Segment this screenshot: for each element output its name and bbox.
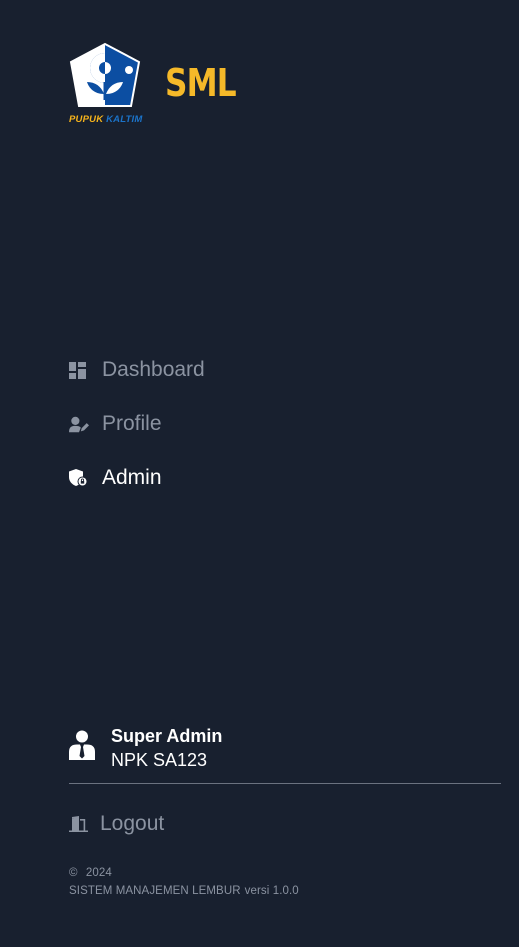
- footer: © 2024 SISTEM MANAJEMEN LEMBUR versi 1.0.…: [69, 864, 299, 900]
- copyright-year: 2024: [85, 867, 112, 879]
- company-logo: PUPUK KALTIM: [69, 42, 143, 126]
- logout-button[interactable]: Logout: [69, 808, 164, 840]
- version-label: versi 1.0.0: [244, 885, 299, 897]
- copyright-symbol: ©: [69, 867, 78, 879]
- system-info-line: SISTEM MANAJEMEN LEMBUR versi 1.0.0: [69, 882, 299, 900]
- shield-lock-icon: [69, 468, 89, 488]
- user-name: Super Admin: [111, 726, 223, 746]
- copyright-line: © 2024: [69, 864, 299, 882]
- user-edit-icon: [69, 414, 89, 434]
- user-tie-icon: [69, 730, 99, 766]
- sidebar: PUPUK KALTIM SML Dashboard Profile Admin…: [0, 0, 519, 947]
- sidebar-item-profile[interactable]: Profile: [69, 406, 449, 442]
- door-exit-icon: [69, 814, 89, 834]
- logo-text: PUPUK KALTIM: [69, 114, 143, 125]
- logo-word-pupuk: PUPUK: [69, 114, 104, 125]
- sidebar-item-dashboard[interactable]: Dashboard: [69, 352, 449, 388]
- sidebar-item-label: Admin: [102, 466, 162, 489]
- dashboard-icon: [69, 360, 89, 380]
- logo-word-kaltim: KALTIM: [106, 114, 143, 125]
- system-name: SISTEM MANAJEMEN LEMBUR: [69, 885, 241, 897]
- sidebar-nav: Dashboard Profile Admin: [69, 352, 449, 514]
- logout-label: Logout: [100, 812, 165, 835]
- sidebar-item-label: Dashboard: [102, 358, 205, 381]
- sidebar-item-label: Profile: [102, 412, 162, 435]
- brand[interactable]: PUPUK KALTIM SML: [69, 42, 237, 126]
- logo-emblem-icon: [69, 42, 141, 107]
- user-npk: NPK SA123: [111, 750, 208, 770]
- app-name: SML: [165, 61, 237, 105]
- divider: [69, 783, 501, 784]
- user-info: Super Admin NPK SA123: [69, 724, 222, 772]
- sidebar-item-admin[interactable]: Admin: [69, 460, 449, 496]
